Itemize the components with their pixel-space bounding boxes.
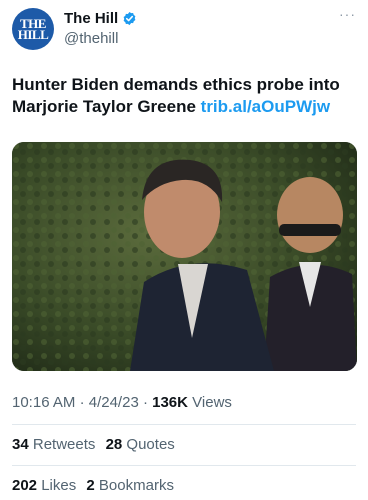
- avatar-text-line2: HILL: [17, 27, 49, 42]
- tweet-text: Hunter Biden demands ethics probe into M…: [12, 74, 356, 118]
- quotes-label: Quotes: [126, 436, 175, 453]
- bookmarks-stat[interactable]: 2 Bookmarks: [86, 477, 174, 494]
- account-handle[interactable]: @thehill: [64, 30, 118, 47]
- quotes-count: 28: [105, 436, 123, 453]
- meta-separator: ·: [142, 394, 148, 411]
- retweet-quote-stats: 34 Retweets 28 Quotes: [12, 436, 181, 453]
- tweet-photo[interactable]: [12, 142, 357, 371]
- divider: [12, 465, 356, 466]
- likes-stat[interactable]: 202 Likes: [12, 477, 80, 494]
- tweet-date[interactable]: 4/24/23: [89, 394, 139, 411]
- likes-count: 202: [12, 477, 38, 494]
- views-label: Views: [192, 394, 232, 411]
- retweets-count: 34: [12, 436, 29, 453]
- tweet-meta: 10:16 AM · 4/24/23 · 136K Views: [12, 394, 232, 411]
- bookmarks-label: Bookmarks: [98, 477, 174, 494]
- more-options-icon[interactable]: ···: [339, 6, 356, 22]
- verified-badge-icon: [123, 11, 136, 26]
- retweets-label: Retweets: [32, 436, 96, 453]
- likes-label: Likes: [41, 477, 77, 494]
- meta-separator: ·: [79, 394, 85, 411]
- avatar[interactable]: THE HILL: [12, 8, 54, 50]
- tweet-time[interactable]: 10:16 AM: [12, 394, 75, 411]
- retweets-stat[interactable]: 34 Retweets: [12, 436, 100, 453]
- bookmarks-count: 2: [86, 477, 95, 494]
- account-name[interactable]: The Hill: [64, 10, 118, 27]
- photo-illustration: [12, 142, 357, 371]
- account-name-row: The Hill: [64, 10, 137, 27]
- views-count: 136K: [152, 394, 188, 411]
- quotes-stat[interactable]: 28 Quotes: [106, 436, 175, 453]
- tweet-link[interactable]: trib.al/aOuPWjw: [201, 97, 330, 116]
- divider: [12, 424, 356, 425]
- likes-bookmarks-stats: 202 Likes 2 Bookmarks: [12, 477, 180, 494]
